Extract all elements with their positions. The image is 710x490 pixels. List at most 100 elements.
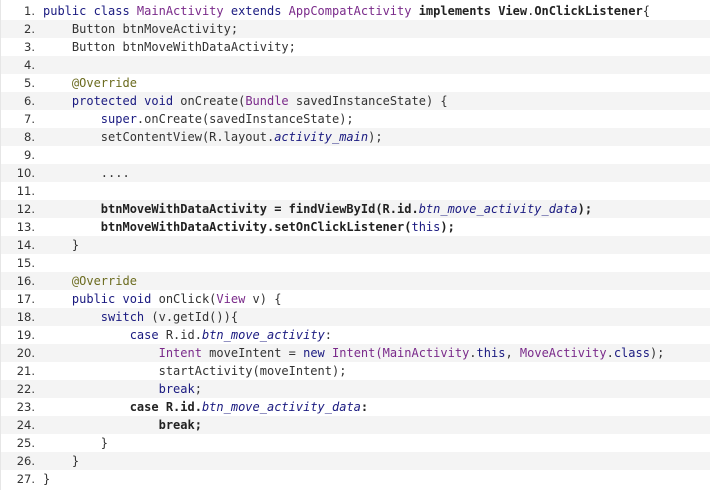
code-line: 13. btnMoveWithDataActivity.setOnClickLi…: [1, 218, 710, 236]
code-token: setContentView(R.layout.: [43, 130, 275, 144]
code-line: 25. }: [1, 434, 710, 452]
line-number: 11.: [16, 184, 35, 198]
code-token: startActivity(moveIntent);: [43, 364, 347, 378]
code-token: }: [43, 436, 109, 450]
code-token: MainActivity: [382, 346, 470, 360]
line-code: btnMoveWithDataActivity.setOnClickListen…: [39, 220, 710, 234]
line-code: btnMoveWithDataActivity = findViewById(R…: [39, 202, 710, 216]
code-token: Button btnMoveWithDataActivity;: [43, 40, 296, 54]
code-line: 24. break;: [1, 416, 710, 434]
line-code: @Override: [39, 274, 710, 288]
line-number: 2.: [24, 22, 35, 36]
line-code: Intent moveIntent = new Intent(MainActiv…: [39, 346, 710, 360]
line-number: 7.: [24, 112, 35, 126]
line-code: super.onCreate(savedInstanceState);: [39, 112, 710, 126]
code-line: 2. Button btnMoveActivity;: [1, 20, 710, 38]
code-token: View: [216, 292, 246, 306]
line-code: @Override: [39, 76, 710, 90]
code-line: 6. protected void onCreate(Bundle savedI…: [1, 92, 710, 110]
code-token: Intent(: [332, 346, 383, 360]
line-code: break;: [39, 382, 710, 396]
code-token: onClick(: [158, 292, 217, 306]
code-token: R.id.: [158, 328, 202, 342]
code-token: );: [440, 220, 455, 234]
line-code: switch (v.getId()){: [39, 310, 710, 324]
line-code: Button btnMoveActivity;: [39, 22, 710, 36]
code-line: 7. super.onCreate(savedInstanceState);: [1, 110, 710, 128]
code-line: 8. setContentView(R.layout.activity_main…: [1, 128, 710, 146]
code-line: 17. public void onClick(View v) {: [1, 290, 710, 308]
code-token: (v.getId()){: [144, 310, 239, 324]
line-number: 21.: [16, 364, 35, 378]
line-code: public class MainActivity extends AppCom…: [39, 4, 710, 18]
code-line: 11.: [1, 182, 710, 200]
line-code: }: [39, 238, 710, 252]
line-number: 13.: [16, 220, 35, 234]
code-token: Button btnMoveActivity;: [43, 22, 239, 36]
code-line: 16. @Override: [1, 272, 710, 290]
code-token: View: [498, 4, 528, 18]
code-token: public void: [43, 292, 159, 306]
code-token: AppCompatActivity: [288, 4, 412, 18]
code-line: 4.: [1, 56, 710, 74]
code-token: Bundle: [245, 94, 289, 108]
code-token: .: [469, 346, 477, 360]
code-token: );: [577, 202, 593, 216]
code-token: implements: [411, 4, 499, 18]
code-line: 19. case R.id.btn_move_activity:: [1, 326, 710, 344]
code-token: btn_move_activity: [201, 328, 325, 342]
code-token: class: [613, 346, 650, 360]
code-token: .: [606, 346, 614, 360]
code-token: v) {: [245, 292, 282, 306]
code-line: 21. startActivity(moveIntent);: [1, 362, 710, 380]
code-line: 18. switch (v.getId()){: [1, 308, 710, 326]
code-token: activity_main: [274, 130, 369, 144]
line-number: 5.: [24, 76, 35, 90]
code-line: 5. @Override: [1, 74, 710, 92]
code-token: MainActivity: [136, 4, 224, 18]
line-code: }: [39, 436, 710, 450]
code-token: }: [43, 238, 80, 252]
code-line: 22. break;: [1, 380, 710, 398]
code-token: this: [476, 346, 506, 360]
line-number: 3.: [24, 40, 35, 54]
code-token: :: [324, 328, 333, 342]
code-token: btn_move_activity_data: [201, 400, 361, 414]
code-line: 14. }: [1, 236, 710, 254]
code-token: ;: [194, 418, 202, 432]
line-number: 25.: [16, 436, 35, 450]
code-token: switch: [100, 310, 145, 324]
code-token: super: [100, 112, 137, 126]
code-token: :: [360, 400, 369, 414]
line-number: 14.: [16, 238, 35, 252]
code-line: 12. btnMoveWithDataActivity = findViewBy…: [1, 200, 710, 218]
code-token: savedInstanceState) {: [288, 94, 448, 108]
code-token: );: [368, 130, 383, 144]
code-token: this: [411, 220, 441, 234]
code-token: );: [649, 346, 665, 360]
line-number: 23.: [16, 400, 35, 414]
line-number: 24.: [16, 418, 35, 432]
line-code: Button btnMoveWithDataActivity;: [39, 40, 710, 54]
line-code: case R.id.btn_move_activity_data:: [39, 400, 710, 414]
line-number: 20.: [16, 346, 35, 360]
code-line: 15.: [1, 254, 710, 272]
line-code: }: [39, 454, 710, 468]
code-token: MoveActivity: [519, 346, 607, 360]
code-token: btn_move_activity_data: [418, 202, 578, 216]
line-code: ....: [39, 166, 710, 180]
line-number: 6.: [24, 94, 35, 108]
code-token: break: [158, 382, 195, 396]
code-line: 26. }: [1, 452, 710, 470]
line-number: 26.: [16, 454, 35, 468]
code-line: 27.}: [1, 470, 710, 488]
code-line: 20. Intent moveIntent = new Intent(MainA…: [1, 344, 710, 362]
code-token: Intent: [158, 346, 202, 360]
code-token: onCreate(: [180, 94, 246, 108]
code-token: btnMoveWithDataActivity = findViewById(R…: [43, 202, 419, 216]
code-token: @Override: [43, 274, 137, 288]
